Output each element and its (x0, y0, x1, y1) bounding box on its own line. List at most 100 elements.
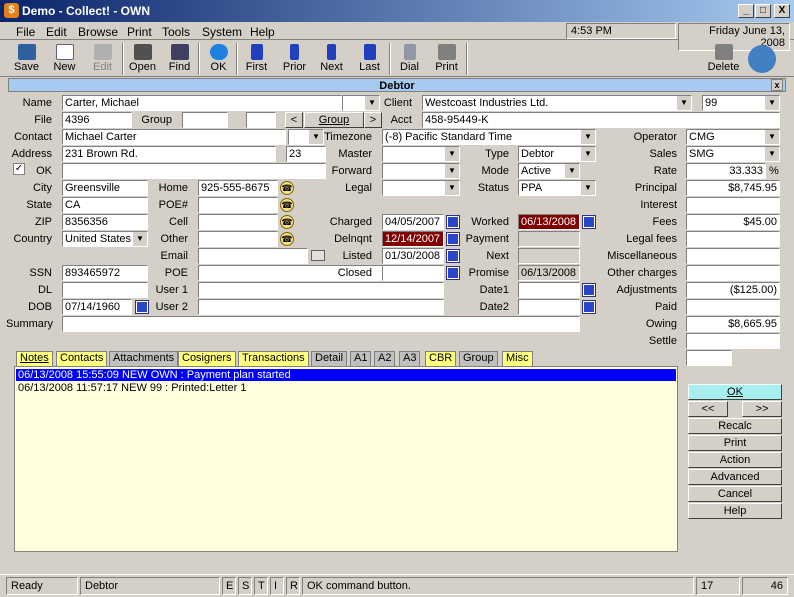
date1-field[interactable] (518, 282, 580, 298)
forward-field[interactable]: ▼ (382, 163, 460, 179)
fees-field[interactable]: $45.00 (686, 214, 780, 230)
poe-phone-field[interactable] (198, 197, 278, 213)
calendar-icon[interactable] (447, 216, 459, 228)
status-field[interactable]: PPA ▼ (518, 180, 596, 196)
menu-help[interactable]: Help (250, 25, 275, 39)
maximize-button[interactable]: □ (755, 4, 771, 18)
new-button[interactable]: New (46, 42, 83, 76)
list-item[interactable]: 06/13/2008 11:57:17 NEW 99 : Printed:Let… (18, 382, 247, 394)
group-field[interactable] (182, 112, 228, 128)
close-button[interactable]: X (774, 4, 790, 18)
phone-icon[interactable]: ☎ (280, 232, 294, 246)
tab-transactions[interactable]: Transactions (238, 351, 309, 366)
listed-field[interactable]: 01/30/2008 (382, 248, 444, 264)
save-button[interactable]: Save (8, 42, 45, 76)
cell-phone-field[interactable] (198, 214, 278, 230)
print-button[interactable]: Print (428, 42, 465, 76)
menu-system[interactable]: System (202, 25, 242, 39)
tab-attachments[interactable]: Attachments (109, 351, 179, 366)
interest-field[interactable] (686, 197, 780, 213)
calendar-icon[interactable] (447, 250, 459, 262)
master-field[interactable]: ▼ (382, 146, 460, 162)
list-item[interactable]: 06/13/2008 15:55:09 NEW OWN : Payment pl… (16, 369, 676, 381)
closed-field[interactable] (382, 265, 444, 281)
contact-dropdown[interactable]: ▼ (288, 129, 324, 145)
summary-field[interactable] (62, 316, 580, 332)
ok-action-button[interactable]: OK (688, 384, 782, 400)
print-action-button[interactable]: Print (688, 435, 782, 451)
ok-checkbox[interactable]: ✓ (13, 163, 25, 175)
city-field[interactable]: Greensville (62, 180, 148, 196)
principal-field[interactable]: $8,745.95 (686, 180, 780, 196)
email-field[interactable] (198, 248, 308, 264)
tab-notes[interactable]: Notes (16, 351, 53, 366)
date2-field[interactable] (518, 299, 580, 315)
calendar-icon[interactable] (583, 284, 595, 296)
help-button[interactable] (745, 42, 779, 76)
sales-field[interactable]: SMG ▼ (686, 146, 780, 162)
phone-icon[interactable]: ☎ (280, 181, 294, 195)
apt-field[interactable]: 23 (286, 146, 326, 162)
panel-close-button[interactable]: x (771, 79, 783, 91)
miscellaneous-field[interactable] (686, 248, 780, 264)
previous-record-button[interactable]: << (688, 401, 728, 417)
name-field[interactable]: Carter, Michael (62, 95, 342, 111)
timezone-field[interactable]: (-8) Pacific Standard Time ▼ (382, 129, 596, 145)
calendar-icon[interactable] (583, 301, 595, 313)
zip-field[interactable]: 8356356 (62, 214, 148, 230)
prior-button[interactable]: Prior (276, 42, 313, 76)
client-field[interactable]: Westcoast Industries Ltd. ▼ (422, 95, 692, 111)
menu-browse[interactable]: Browse (78, 25, 118, 39)
tab-cbr[interactable]: CBR (425, 351, 457, 366)
tab-group[interactable]: Group (459, 351, 498, 366)
contact-field[interactable]: Michael Carter (62, 129, 286, 145)
advanced-button[interactable]: Advanced (688, 469, 782, 485)
notes-list[interactable]: 06/13/2008 15:55:09 NEW OWN : Payment pl… (14, 366, 678, 552)
open-button[interactable]: Open (124, 42, 161, 76)
client-number-field[interactable]: 99 ▼ (702, 95, 780, 111)
other-charges-field[interactable] (686, 265, 780, 281)
file-field[interactable]: 4396 (62, 112, 132, 128)
rate-field[interactable]: 33.333 (686, 163, 766, 179)
type-field[interactable]: Debtor ▼ (518, 146, 596, 162)
dob-field[interactable]: 07/14/1960 (62, 299, 132, 315)
worked-field[interactable]: 06/13/2008 (518, 214, 580, 230)
home-phone-field[interactable]: 925-555-8675 (198, 180, 278, 196)
ok-button[interactable]: OK (200, 42, 237, 76)
group-button[interactable]: Group (304, 112, 364, 128)
address2-field[interactable] (62, 163, 326, 179)
calendar-icon[interactable] (447, 233, 459, 245)
menu-print[interactable]: Print (127, 25, 152, 39)
dial-button[interactable]: Dial (391, 42, 428, 76)
phone-icon[interactable]: ☎ (280, 215, 294, 229)
owing-field[interactable]: $8,665.95 (686, 316, 780, 332)
help-action-button[interactable]: Help (688, 503, 782, 519)
tab-contacts[interactable]: Contacts (56, 351, 108, 366)
calendar-icon[interactable] (136, 301, 148, 313)
operator-field[interactable]: CMG ▼ (686, 129, 780, 145)
state-field[interactable]: CA (62, 197, 148, 213)
charged-field[interactable]: 04/05/2007 (382, 214, 444, 230)
tab-cosigners[interactable]: Cosigners (178, 351, 236, 366)
ssn-field[interactable]: 893465972 (62, 265, 148, 281)
user1-field[interactable] (198, 282, 444, 298)
group-next-button[interactable]: > (364, 112, 382, 128)
phone-icon[interactable]: ☎ (280, 198, 294, 212)
first-button[interactable]: First (238, 42, 275, 76)
name-dropdown[interactable]: ▼ (342, 95, 380, 111)
calendar-icon[interactable] (583, 216, 595, 228)
settle-field[interactable] (686, 333, 780, 349)
find-button[interactable]: Find (161, 42, 198, 76)
dl-field[interactable] (62, 282, 148, 298)
action-button[interactable]: Action (688, 452, 782, 468)
user2-field[interactable] (198, 299, 444, 315)
next-button[interactable]: Next (313, 42, 350, 76)
next-record-button[interactable]: >> (742, 401, 782, 417)
menu-edit[interactable]: Edit (46, 25, 67, 39)
calendar-icon[interactable] (447, 267, 459, 279)
legal-fees-field[interactable] (686, 231, 780, 247)
extra-field[interactable] (686, 350, 732, 366)
address-field[interactable]: 231 Brown Rd. (62, 146, 276, 162)
legal-field[interactable]: ▼ (382, 180, 460, 196)
delnqnt-field[interactable]: 12/14/2007 (382, 231, 444, 247)
